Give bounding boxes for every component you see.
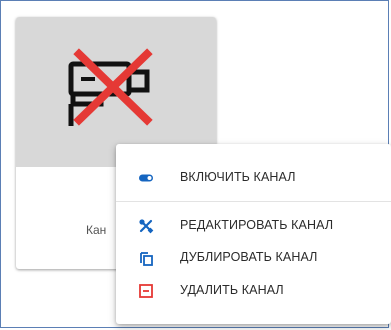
menu-item-label: ДУБЛИРОВАТЬ КАНАЛ [180,250,318,264]
menu-divider [116,201,391,202]
delete-icon [138,283,154,299]
menu-item-edit-channel[interactable]: РЕДАКТИРОВАТЬ КАНАЛ [116,213,391,239]
copy-icon [138,250,154,266]
tools-icon [138,218,154,234]
menu-item-label: ВКЛЮЧИТЬ КАНАЛ [180,170,296,184]
menu-item-duplicate-channel[interactable]: ДУБЛИРОВАТЬ КАНАЛ [116,245,391,271]
menu-item-delete-channel[interactable]: УДАЛИТЬ КАНАЛ [116,278,391,304]
context-menu: ВКЛЮЧИТЬ КАНАЛ РЕДАКТИРОВАТЬ КАНАЛ ДУБЛИ… [116,144,391,324]
menu-item-label: УДАЛИТЬ КАНАЛ [180,283,284,297]
menu-item-label: РЕДАКТИРОВАТЬ КАНАЛ [180,218,334,232]
camera-disabled-icon [68,48,153,126]
channel-name: Кан [86,223,107,237]
toggle-icon [138,170,154,186]
menu-item-enable-channel[interactable]: ВКЛЮЧИТЬ КАНАЛ [116,165,391,191]
